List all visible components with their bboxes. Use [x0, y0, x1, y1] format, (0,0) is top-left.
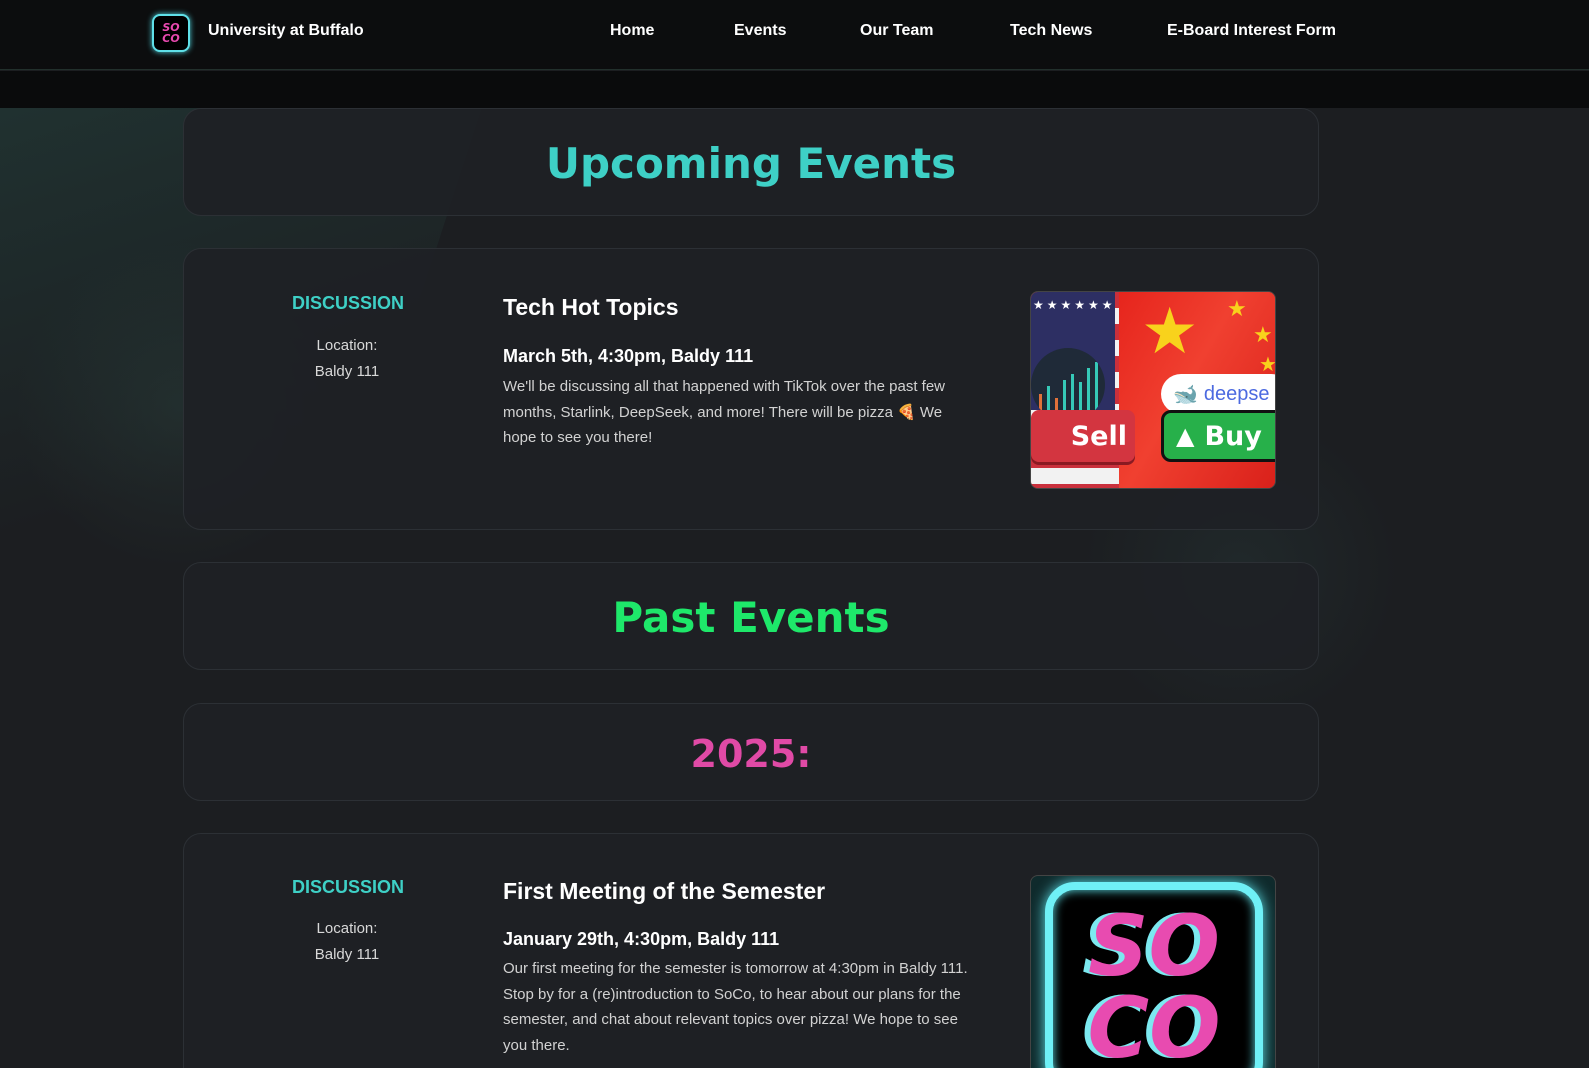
soco-logo-icon: SO CO — [1045, 882, 1263, 1068]
nav-home[interactable]: Home — [610, 22, 654, 40]
year-header: 2025: — [183, 703, 1319, 801]
event-location-label: Location: — [316, 920, 378, 937]
event-description: Our first meeting for the semester is to… — [503, 960, 968, 1054]
nav-our-team[interactable]: Our Team — [860, 22, 934, 40]
event-type: DISCUSSION — [292, 877, 405, 897]
navbar: SO CO University at Buffalo Home Events O… — [0, 0, 1589, 70]
event-card: DISCUSSION Location: Baldy 111 Tech Hot … — [183, 248, 1319, 530]
nav-tech-news[interactable]: Tech News — [1010, 22, 1092, 40]
up-arrow-icon: ▲ — [1176, 422, 1195, 450]
upcoming-events-header: Upcoming Events — [183, 108, 1319, 216]
event-image: ★ ★ ★ ★ ★★★★★★★★★★★★★★★★★★★★★★★★★★★★★ Se… — [1030, 291, 1276, 489]
nav-eboard-form[interactable]: E-Board Interest Form — [1167, 22, 1336, 40]
year-title: 2025: — [690, 732, 812, 776]
past-events-header: Past Events — [183, 562, 1319, 670]
event-location-label: Location: — [316, 337, 378, 354]
past-events-title: Past Events — [612, 593, 890, 642]
event-title: First Meeting of the Semester — [503, 878, 826, 904]
event-location: Baldy 111 — [314, 363, 380, 380]
event-description: We'll be discussing all that happened wi… — [503, 378, 945, 446]
nav-links: Home Events Our Team Tech News E-Board I… — [0, 22, 1589, 46]
nav-events[interactable]: Events — [734, 22, 786, 40]
deepseek-graphic: 🐋 deepse — [1161, 374, 1275, 414]
upcoming-events-title: Upcoming Events — [545, 139, 957, 188]
event-type: DISCUSSION — [292, 293, 405, 313]
event-datetime: January 29th, 4:30pm, Baldy 111 — [503, 929, 780, 949]
event-datetime: March 5th, 4:30pm, Baldy 111 — [503, 346, 754, 366]
event-image: SO CO — [1030, 875, 1276, 1068]
header-strip — [0, 71, 1589, 108]
event-location: Baldy 111 — [314, 946, 380, 963]
sell-graphic: Sell — [1031, 410, 1135, 462]
event-card: DISCUSSION Location: Baldy 111 First Mee… — [183, 833, 1319, 1068]
buy-graphic: ▲ Buy — [1161, 410, 1275, 462]
event-title: Tech Hot Topics — [503, 294, 679, 320]
whale-icon: 🐋 — [1173, 383, 1198, 406]
